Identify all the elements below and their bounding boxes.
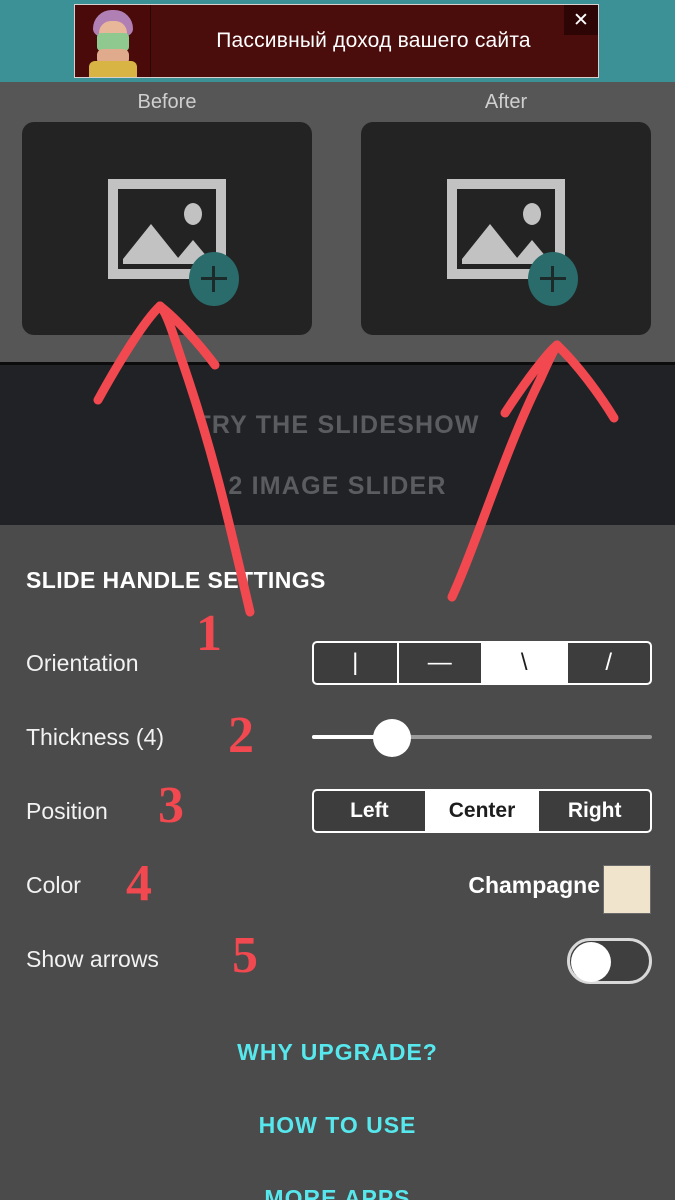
- after-image-card[interactable]: [361, 122, 651, 335]
- ad-banner[interactable]: Пассивный доход вашего сайта ✕: [74, 4, 599, 78]
- show-arrows-toggle[interactable]: [567, 938, 652, 984]
- color-value-name: Champagne: [468, 872, 600, 898]
- position-row: Position Left Center Right: [0, 786, 675, 836]
- settings-section: SLIDE HANDLE SETTINGS Orientation | — \ …: [0, 525, 675, 1200]
- ad-divider: [150, 5, 151, 77]
- ad-headline: Пассивный доход вашего сайта: [216, 29, 531, 52]
- image-picker-section: Before After: [0, 82, 675, 362]
- why-upgrade-link[interactable]: WHY UPGRADE?: [0, 1039, 675, 1066]
- before-image-card[interactable]: [22, 122, 312, 335]
- plus-icon: [540, 266, 566, 292]
- after-slot: After: [361, 82, 651, 335]
- slideshow-preview-band[interactable]: TRY THE SLIDESHOW 2 IMAGE SLIDER: [0, 362, 675, 525]
- before-label: Before: [137, 91, 197, 113]
- show-arrows-label: Show arrows: [26, 946, 159, 972]
- orientation-option-backslash[interactable]: \: [483, 643, 568, 683]
- slideshow-line-1: TRY THE SLIDESHOW: [195, 411, 480, 439]
- color-label: Color: [26, 872, 81, 898]
- show-arrows-row: Show arrows: [0, 934, 675, 984]
- settings-title: SLIDE HANDLE SETTINGS: [26, 567, 326, 593]
- how-to-use-link[interactable]: HOW TO USE: [0, 1112, 675, 1139]
- before-slot: Before: [22, 82, 312, 335]
- position-option-right[interactable]: Right: [539, 791, 650, 831]
- app-root: Пассивный доход вашего сайта ✕ Before Af…: [0, 0, 675, 1200]
- color-swatch[interactable]: [603, 865, 651, 914]
- thickness-label: Thickness (4): [26, 724, 165, 750]
- orientation-option-slash[interactable]: /: [568, 643, 651, 683]
- ad-thumbnail-image: [75, 5, 150, 77]
- slider-thumb[interactable]: [373, 719, 411, 757]
- ad-close-icon[interactable]: ✕: [564, 5, 598, 35]
- before-add-image-button[interactable]: [189, 252, 239, 306]
- position-label: Position: [26, 798, 108, 824]
- position-option-left[interactable]: Left: [314, 791, 427, 831]
- after-add-image-button[interactable]: [528, 252, 578, 306]
- orientation-label: Orientation: [26, 650, 139, 676]
- color-row: Color Champagne: [0, 860, 675, 914]
- plus-icon: [201, 266, 227, 292]
- orientation-option-horizontal[interactable]: —: [399, 643, 483, 683]
- after-label: After: [484, 91, 528, 113]
- position-option-center[interactable]: Center: [426, 791, 540, 831]
- more-apps-link[interactable]: MORE APPS: [0, 1185, 675, 1200]
- orientation-segmented-control[interactable]: | — \ /: [312, 641, 652, 685]
- thickness-row: Thickness (4): [0, 712, 675, 762]
- ad-container: Пассивный доход вашего сайта ✕: [0, 0, 675, 82]
- toggle-knob: [571, 942, 611, 982]
- orientation-option-vertical[interactable]: |: [314, 643, 399, 683]
- orientation-row: Orientation | — \ /: [0, 638, 675, 688]
- position-segmented-control[interactable]: Left Center Right: [312, 789, 652, 833]
- slideshow-line-2: 2 IMAGE SLIDER: [228, 472, 447, 500]
- thickness-slider[interactable]: [312, 712, 652, 762]
